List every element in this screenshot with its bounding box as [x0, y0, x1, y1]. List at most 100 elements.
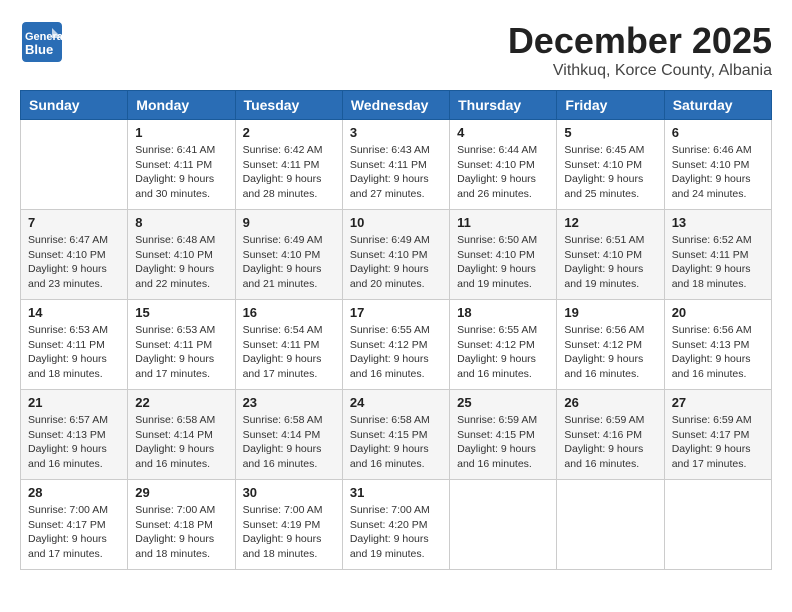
calendar-cell — [664, 480, 771, 570]
day-number: 6 — [672, 125, 764, 140]
day-info: Sunrise: 7:00 AM Sunset: 4:19 PM Dayligh… — [243, 503, 335, 562]
calendar-cell: 31 Sunrise: 7:00 AM Sunset: 4:20 PM Dayli… — [342, 480, 449, 570]
calendar-cell: 21Sunrise: 6:57 AM Sunset: 4:13 PM Dayli… — [21, 390, 128, 480]
calendar-cell: 24 Sunrise: 6:58 AM Sunset: 4:15 PM Dayli… — [342, 390, 449, 480]
calendar-cell: 23 Sunrise: 6:58 AM Sunset: 4:14 PM Dayli… — [235, 390, 342, 480]
day-number: 16 — [243, 305, 335, 320]
day-number: 13 — [672, 215, 764, 230]
day-number: 20 — [672, 305, 764, 320]
week-row-2: 7Sunrise: 6:47 AM Sunset: 4:10 PM Daylig… — [21, 210, 772, 300]
page-header: General Blue December 2025 Vithkuq, Korc… — [20, 20, 772, 80]
day-number: 12 — [564, 215, 656, 230]
svg-text:Blue: Blue — [25, 42, 53, 57]
logo-icon: General Blue — [20, 20, 64, 64]
weekday-header-sunday: Sunday — [21, 91, 128, 120]
calendar-cell: 17 Sunrise: 6:55 AM Sunset: 4:12 PM Dayli… — [342, 300, 449, 390]
day-number: 5 — [564, 125, 656, 140]
day-info: Sunrise: 6:59 AM Sunset: 4:15 PM Dayligh… — [457, 413, 549, 472]
calendar-cell: 13 Sunrise: 6:52 AM Sunset: 4:11 PM Dayli… — [664, 210, 771, 300]
calendar-table: SundayMondayTuesdayWednesdayThursdayFrid… — [20, 90, 772, 570]
day-info: Sunrise: 6:56 AM Sunset: 4:13 PM Dayligh… — [672, 323, 764, 382]
weekday-header-wednesday: Wednesday — [342, 91, 449, 120]
calendar-cell: 26 Sunrise: 6:59 AM Sunset: 4:16 PM Dayli… — [557, 390, 664, 480]
calendar-cell: 25 Sunrise: 6:59 AM Sunset: 4:15 PM Dayli… — [450, 390, 557, 480]
title-area: December 2025 Vithkuq, Korce County, Alb… — [508, 20, 772, 80]
week-row-3: 14 Sunrise: 6:53 AM Sunset: 4:11 PM Dayli… — [21, 300, 772, 390]
day-info: Sunrise: 6:53 AM Sunset: 4:11 PM Dayligh… — [135, 323, 227, 382]
day-number: 24 — [350, 395, 442, 410]
calendar-cell: 19 Sunrise: 6:56 AM Sunset: 4:12 PM Dayli… — [557, 300, 664, 390]
weekday-header-monday: Monday — [128, 91, 235, 120]
calendar-cell: 18 Sunrise: 6:55 AM Sunset: 4:12 PM Dayli… — [450, 300, 557, 390]
day-number: 3 — [350, 125, 442, 140]
day-info: Sunrise: 7:00 AM Sunset: 4:18 PM Dayligh… — [135, 503, 227, 562]
day-info: Sunrise: 6:55 AM Sunset: 4:12 PM Dayligh… — [350, 323, 442, 382]
day-number: 22 — [135, 395, 227, 410]
day-info: Sunrise: 7:00 AM Sunset: 4:20 PM Dayligh… — [350, 503, 442, 562]
day-info: Sunrise: 6:49 AM Sunset: 4:10 PM Dayligh… — [243, 233, 335, 292]
location-subtitle: Vithkuq, Korce County, Albania — [508, 62, 772, 80]
day-number: 1 — [135, 125, 227, 140]
calendar-cell: 22 Sunrise: 6:58 AM Sunset: 4:14 PM Dayli… — [128, 390, 235, 480]
calendar-cell: 8 Sunrise: 6:48 AM Sunset: 4:10 PM Daylig… — [128, 210, 235, 300]
calendar-cell: 9Sunrise: 6:49 AM Sunset: 4:10 PM Daylig… — [235, 210, 342, 300]
day-info: Sunrise: 6:45 AM Sunset: 4:10 PM Dayligh… — [564, 143, 656, 202]
day-info: Sunrise: 6:50 AM Sunset: 4:10 PM Dayligh… — [457, 233, 549, 292]
calendar-cell: 15 Sunrise: 6:53 AM Sunset: 4:11 PM Dayli… — [128, 300, 235, 390]
day-number: 19 — [564, 305, 656, 320]
day-number: 8 — [135, 215, 227, 230]
calendar-cell: 2 Sunrise: 6:42 AM Sunset: 4:11 PM Daylig… — [235, 120, 342, 210]
weekday-header-friday: Friday — [557, 91, 664, 120]
month-title: December 2025 — [508, 20, 772, 62]
calendar-cell: 6Sunrise: 6:46 AM Sunset: 4:10 PM Daylig… — [664, 120, 771, 210]
day-info: Sunrise: 6:41 AM Sunset: 4:11 PM Dayligh… — [135, 143, 227, 202]
day-number: 23 — [243, 395, 335, 410]
day-info: Sunrise: 6:59 AM Sunset: 4:16 PM Dayligh… — [564, 413, 656, 472]
day-number: 27 — [672, 395, 764, 410]
day-number: 11 — [457, 215, 549, 230]
day-info: Sunrise: 6:51 AM Sunset: 4:10 PM Dayligh… — [564, 233, 656, 292]
day-number: 15 — [135, 305, 227, 320]
weekday-header-tuesday: Tuesday — [235, 91, 342, 120]
day-number: 31 — [350, 485, 442, 500]
calendar-cell: 28 Sunrise: 7:00 AM Sunset: 4:17 PM Dayli… — [21, 480, 128, 570]
calendar-cell: 7Sunrise: 6:47 AM Sunset: 4:10 PM Daylig… — [21, 210, 128, 300]
day-number: 4 — [457, 125, 549, 140]
day-info: Sunrise: 6:56 AM Sunset: 4:12 PM Dayligh… — [564, 323, 656, 382]
day-info: Sunrise: 6:58 AM Sunset: 4:14 PM Dayligh… — [135, 413, 227, 472]
day-info: Sunrise: 6:52 AM Sunset: 4:11 PM Dayligh… — [672, 233, 764, 292]
calendar-cell — [21, 120, 128, 210]
day-info: Sunrise: 6:47 AM Sunset: 4:10 PM Dayligh… — [28, 233, 120, 292]
day-info: Sunrise: 6:44 AM Sunset: 4:10 PM Dayligh… — [457, 143, 549, 202]
day-info: Sunrise: 6:53 AM Sunset: 4:11 PM Dayligh… — [28, 323, 120, 382]
day-number: 25 — [457, 395, 549, 410]
calendar-cell: 4 Sunrise: 6:44 AM Sunset: 4:10 PM Daylig… — [450, 120, 557, 210]
day-number: 10 — [350, 215, 442, 230]
calendar-cell: 10 Sunrise: 6:49 AM Sunset: 4:10 PM Dayli… — [342, 210, 449, 300]
weekday-header-thursday: Thursday — [450, 91, 557, 120]
calendar-cell: 5 Sunrise: 6:45 AM Sunset: 4:10 PM Daylig… — [557, 120, 664, 210]
day-number: 26 — [564, 395, 656, 410]
day-number: 14 — [28, 305, 120, 320]
day-info: Sunrise: 6:58 AM Sunset: 4:14 PM Dayligh… — [243, 413, 335, 472]
calendar-cell — [450, 480, 557, 570]
day-info: Sunrise: 6:48 AM Sunset: 4:10 PM Dayligh… — [135, 233, 227, 292]
day-number: 17 — [350, 305, 442, 320]
day-info: Sunrise: 6:55 AM Sunset: 4:12 PM Dayligh… — [457, 323, 549, 382]
week-row-5: 28 Sunrise: 7:00 AM Sunset: 4:17 PM Dayli… — [21, 480, 772, 570]
day-info: Sunrise: 6:49 AM Sunset: 4:10 PM Dayligh… — [350, 233, 442, 292]
logo: General Blue — [20, 20, 64, 64]
calendar-cell: 20 Sunrise: 6:56 AM Sunset: 4:13 PM Dayli… — [664, 300, 771, 390]
calendar-cell: 11 Sunrise: 6:50 AM Sunset: 4:10 PM Dayli… — [450, 210, 557, 300]
day-number: 28 — [28, 485, 120, 500]
day-info: Sunrise: 7:00 AM Sunset: 4:17 PM Dayligh… — [28, 503, 120, 562]
day-number: 2 — [243, 125, 335, 140]
day-info: Sunrise: 6:58 AM Sunset: 4:15 PM Dayligh… — [350, 413, 442, 472]
calendar-cell: 3 Sunrise: 6:43 AM Sunset: 4:11 PM Daylig… — [342, 120, 449, 210]
calendar-cell: 29Sunrise: 7:00 AM Sunset: 4:18 PM Dayli… — [128, 480, 235, 570]
week-row-1: 1 Sunrise: 6:41 AM Sunset: 4:11 PM Daylig… — [21, 120, 772, 210]
day-info: Sunrise: 6:42 AM Sunset: 4:11 PM Dayligh… — [243, 143, 335, 202]
day-number: 18 — [457, 305, 549, 320]
day-info: Sunrise: 6:43 AM Sunset: 4:11 PM Dayligh… — [350, 143, 442, 202]
weekday-header-saturday: Saturday — [664, 91, 771, 120]
